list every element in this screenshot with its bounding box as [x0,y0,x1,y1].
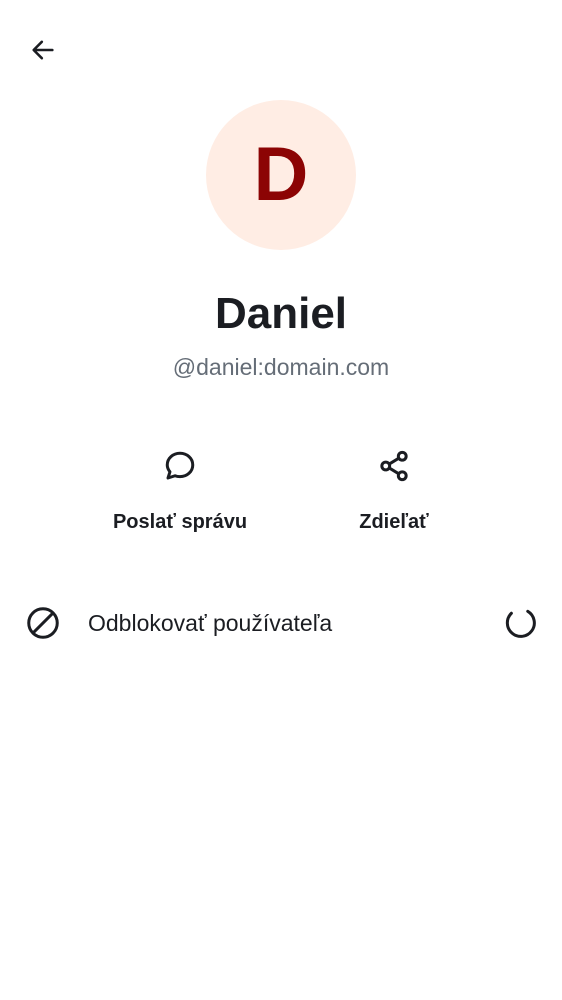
send-message-label: Poslať správu [112,511,248,533]
chat-bubble-icon [160,444,200,488]
share-button[interactable]: Zdieľať [314,444,474,534]
back-button[interactable] [20,27,66,73]
send-message-button[interactable]: Poslať správu [90,444,270,534]
avatar-initial: D [253,132,309,217]
unblock-user-label: Odblokovať používateľa [88,610,333,636]
unblock-user-item[interactable]: Odblokovať používateľa [0,592,562,652]
arrow-left-icon [32,40,54,60]
loading-spinner-icon [502,604,540,642]
user-id: @daniel:domain.com [172,354,390,380]
share-icon [374,444,414,488]
share-label: Zdieľať [359,511,429,533]
display-name: Daniel [214,289,348,338]
block-icon [24,604,62,642]
avatar: D [206,100,356,250]
